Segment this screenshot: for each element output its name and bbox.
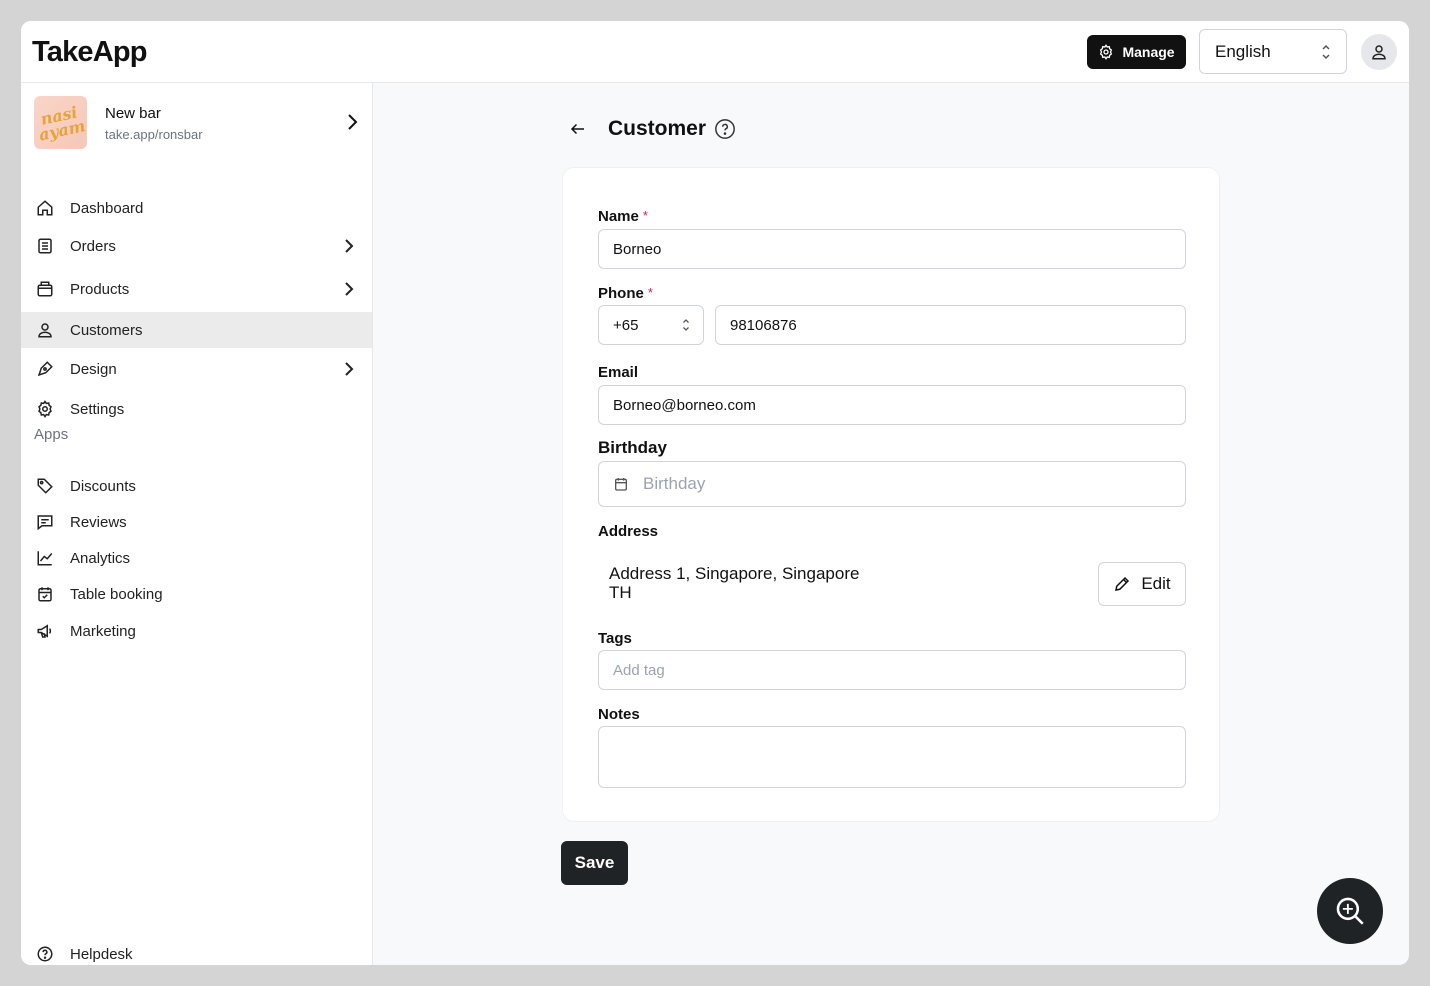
pen-icon <box>37 361 53 377</box>
manage-button[interactable]: Manage <box>1087 35 1186 69</box>
tags-input[interactable]: Add tag <box>598 650 1186 690</box>
gear-icon <box>1100 44 1113 60</box>
top-bar: TakeApp Manage English <box>21 21 1409 83</box>
sidebar-item-label: Helpdesk <box>70 945 133 963</box>
sidebar-item-design[interactable]: Design <box>21 350 372 388</box>
chevron-right-icon <box>345 239 354 253</box>
name-label-text: Name <box>598 208 639 225</box>
sparkle-search-icon <box>1336 897 1364 925</box>
sidebar-item-label: Marketing <box>70 622 136 640</box>
email-value: Borneo@borneo.com <box>613 396 756 414</box>
sidebar-item-label: Discounts <box>70 477 136 495</box>
store-image: nasi ayam <box>34 96 87 149</box>
calendar-icon <box>615 478 627 491</box>
arrow-left-icon[interactable] <box>569 120 587 138</box>
help-circle-icon[interactable] <box>714 118 736 140</box>
orders-icon <box>38 238 52 254</box>
tags-label: Tags <box>598 630 632 647</box>
phone-value: 98106876 <box>730 316 797 334</box>
phone-label-text: Phone <box>598 285 644 302</box>
required-mark: * <box>647 285 653 300</box>
country-code-select[interactable]: +65 <box>598 305 704 345</box>
sidebar-item-helpdesk[interactable]: Helpdesk <box>21 935 372 965</box>
birthday-input[interactable]: Birthday <box>598 461 1186 507</box>
apps-section-label: Apps <box>34 426 69 443</box>
calendar-check-icon <box>38 587 52 602</box>
required-mark: * <box>642 208 648 223</box>
chevron-up-down-icon <box>1322 44 1330 60</box>
save-button[interactable]: Save <box>561 841 628 885</box>
page-title: Customer <box>608 117 707 140</box>
language-select[interactable]: English <box>1199 29 1347 74</box>
sidebar-item-label: Table booking <box>70 585 163 603</box>
address-text: Address 1, Singapore, Singapore TH <box>609 564 859 602</box>
ai-search-button[interactable] <box>1317 878 1383 944</box>
store-image-text: nasi ayam <box>37 102 87 145</box>
name-input[interactable]: Borneo <box>598 229 1186 269</box>
sidebar-item-label: Design <box>70 360 117 378</box>
address-label: Address <box>598 523 659 540</box>
sidebar-item-marketing[interactable]: Marketing <box>21 612 372 650</box>
sidebar-item-label: Dashboard <box>70 199 144 217</box>
language-value: English <box>1215 41 1271 61</box>
sidebar-item-customers[interactable]: Customers <box>21 312 372 348</box>
tags-placeholder: Add tag <box>613 661 665 679</box>
name-value: Borneo <box>613 240 662 258</box>
sidebar-item-label: Products <box>70 280 130 298</box>
sidebar-item-products[interactable]: Products <box>21 270 372 308</box>
notes-textarea[interactable] <box>598 726 1186 788</box>
manage-label: Manage <box>1122 44 1175 60</box>
email-label: Email <box>598 364 639 381</box>
email-input[interactable]: Borneo@borneo.com <box>598 385 1186 425</box>
notes-label: Notes <box>598 706 640 723</box>
gear-icon <box>38 400 52 418</box>
store-name: New bar <box>105 105 161 122</box>
edit-label: Edit <box>1141 574 1171 593</box>
sidebar-item-dashboard[interactable]: Dashboard <box>21 189 372 227</box>
sidebar-item-settings[interactable]: Settings <box>21 390 372 428</box>
phone-label: Phone * <box>598 285 653 302</box>
sidebar-item-label: Orders <box>70 237 116 255</box>
country-code-value: +65 <box>613 316 639 334</box>
user-icon <box>38 323 52 338</box>
name-label: Name * <box>598 208 648 225</box>
help-circle-icon <box>37 946 53 962</box>
store-switcher[interactable]: nasi ayam New bar take.app/ronsbar <box>34 96 364 150</box>
chevron-right-icon <box>348 114 358 130</box>
store-url: take.app/ronsbar <box>105 127 203 142</box>
sidebar-item-label: Settings <box>70 400 125 418</box>
app-logo[interactable]: TakeApp <box>32 36 148 69</box>
products-icon <box>37 281 53 297</box>
chevron-up-down-icon <box>683 319 689 331</box>
app-window: TakeApp Manage English nasi ayam New bar… <box>21 21 1409 965</box>
chevron-right-icon <box>345 282 354 296</box>
megaphone-icon <box>37 624 52 638</box>
user-avatar[interactable] <box>1361 34 1397 70</box>
chat-icon <box>37 515 53 531</box>
sidebar-item-analytics[interactable]: Analytics <box>21 539 372 577</box>
sidebar-item-table-booking[interactable]: Table booking <box>21 575 372 613</box>
address-line-2: TH <box>609 583 632 602</box>
sidebar-item-orders[interactable]: Orders <box>21 227 372 265</box>
birthday-label: Birthday <box>598 438 667 457</box>
customer-form-card: Name * Borneo Phone * +65 98106876 Email B… <box>562 167 1220 822</box>
chevron-right-icon <box>345 362 354 376</box>
sidebar-item-discounts[interactable]: Discounts <box>21 467 372 505</box>
birthday-placeholder: Birthday <box>643 474 706 493</box>
sidebar: nasi ayam New bar take.app/ronsbar Dashb… <box>21 83 373 965</box>
user-icon <box>1372 45 1386 60</box>
address-line-1: Address 1, Singapore, Singapore <box>609 564 860 583</box>
pencil-icon <box>1115 576 1130 591</box>
sidebar-item-label: Reviews <box>70 513 127 531</box>
chart-icon <box>37 551 53 566</box>
sidebar-item-reviews[interactable]: Reviews <box>21 503 372 541</box>
tag-icon <box>37 478 53 494</box>
sidebar-item-label: Analytics <box>70 549 131 567</box>
sidebar-item-label: Customers <box>70 321 143 339</box>
home-icon <box>37 200 53 216</box>
edit-address-button[interactable]: Edit <box>1098 562 1186 606</box>
phone-input[interactable]: 98106876 <box>715 305 1186 345</box>
